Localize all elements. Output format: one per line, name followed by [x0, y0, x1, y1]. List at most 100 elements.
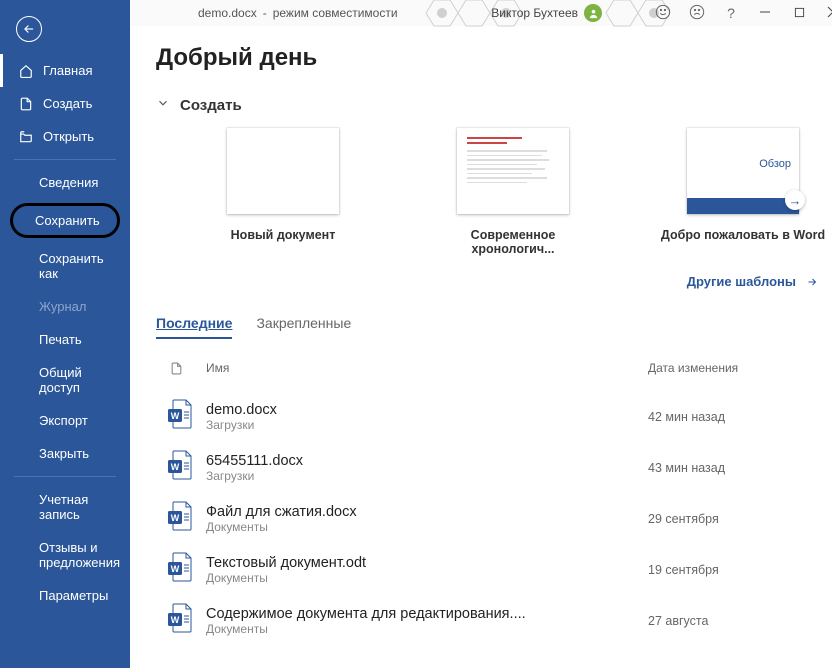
back-button[interactable] [16, 16, 42, 42]
nav-export-label: Экспорт [39, 413, 88, 428]
backstage-sidebar: Главная Создать Открыть Сведения Сохрани… [0, 0, 130, 668]
back-row [0, 2, 130, 54]
arrow-right-icon [804, 276, 820, 288]
nav-feedback-label1: Отзывы и [39, 540, 98, 555]
arrow-right-icon: → [785, 190, 805, 210]
file-date: 42 мин назад [648, 410, 828, 424]
recent-tabs: Последние Закрепленные [156, 315, 828, 339]
nav-journal: Журнал [0, 290, 130, 323]
nav-share[interactable]: Общий доступ [0, 356, 130, 404]
list-header: Имя Дата изменения [156, 355, 828, 391]
tab-recent[interactable]: Последние [156, 315, 232, 339]
close-button[interactable] [824, 5, 832, 21]
template-welcome[interactable]: Обзор → Добро пожаловать в Word [658, 128, 828, 256]
template-welcome-thumb: Обзор → [687, 128, 799, 214]
nav-options[interactable]: Параметры [0, 579, 130, 612]
nav-close-label: Закрыть [39, 446, 89, 461]
file-row[interactable]: W Содержимое документа для редактировани… [156, 595, 828, 646]
minimize-button[interactable] [756, 5, 774, 21]
file-info: demo.docx Загрузки [206, 402, 648, 432]
nav-home[interactable]: Главная [0, 54, 130, 87]
template-resume-thumb [457, 128, 569, 214]
word-doc-icon: W [156, 501, 206, 536]
nav-open[interactable]: Открыть [0, 120, 130, 153]
frown-icon[interactable] [688, 4, 706, 23]
svg-text:W: W [171, 411, 180, 421]
home-icon [19, 64, 33, 78]
file-name: Содержимое документа для редактирования.… [206, 606, 648, 622]
template-resume[interactable]: Современное хронологич... [428, 128, 598, 256]
nav-save[interactable]: Сохранить [10, 203, 120, 238]
file-location: Документы [206, 520, 648, 534]
word-doc-icon: W [156, 603, 206, 638]
nav-divider-2 [14, 476, 116, 477]
col-date-header: Дата изменения [648, 361, 828, 379]
file-row[interactable]: W Текстовый документ.odt Документы 19 се… [156, 544, 828, 595]
nav-share-label: Общий доступ [39, 365, 118, 395]
template-blank-label: Новый документ [198, 228, 368, 242]
file-row[interactable]: W Файл для сжатия.docx Документы 29 сент… [156, 493, 828, 544]
nav-account-label: Учетная запись [39, 492, 118, 522]
nav-options-label: Параметры [39, 588, 108, 603]
template-blank[interactable]: Новый документ [198, 128, 368, 256]
template-resume-label: Современное хронологич... [428, 228, 598, 256]
templates-row: Новый документ Совре [198, 128, 828, 256]
arrow-left-icon [22, 22, 36, 36]
titlebar-controls: ? [654, 4, 832, 23]
nav-print[interactable]: Печать [0, 323, 130, 356]
file-location: Документы [206, 571, 648, 585]
nav-info-label: Сведения [39, 175, 98, 190]
template-welcome-overlay: Обзор [759, 158, 791, 170]
nav-create[interactable]: Создать [0, 87, 130, 120]
svg-text:W: W [171, 513, 180, 523]
more-templates-label: Другие шаблоны [687, 274, 796, 289]
file-location: Загрузки [206, 418, 648, 432]
user-name-label: Виктор Бухтеев [491, 6, 578, 20]
word-doc-icon: W [156, 399, 206, 434]
folder-open-icon [19, 130, 33, 144]
titlebar-mode: режим совместимости [273, 6, 398, 20]
word-doc-icon: W [156, 450, 206, 485]
file-row[interactable]: W demo.docx Загрузки 42 мин назад [156, 391, 828, 442]
titlebar-filename: demo.docx [198, 6, 257, 20]
app-root: Главная Создать Открыть Сведения Сохрани… [0, 0, 832, 668]
nav-save-as-label: Сохранить как [39, 251, 118, 281]
help-icon[interactable]: ? [722, 5, 740, 21]
content: Добрый день Создать Новый документ [130, 26, 832, 668]
maximize-button[interactable] [790, 5, 808, 21]
file-name: demo.docx [206, 402, 648, 418]
nav-info[interactable]: Сведения [0, 166, 130, 199]
create-section-label: Создать [180, 97, 242, 114]
smile-icon[interactable] [654, 4, 672, 23]
file-location: Документы [206, 622, 648, 636]
document-icon [19, 97, 33, 111]
nav-close[interactable]: Закрыть [0, 437, 130, 470]
file-name: Файл для сжатия.docx [206, 504, 648, 520]
nav-save-as[interactable]: Сохранить как [0, 242, 130, 290]
nav-export[interactable]: Экспорт [0, 404, 130, 437]
more-templates-link[interactable]: Другие шаблоны [156, 274, 820, 289]
tab-pinned[interactable]: Закрепленные [256, 315, 351, 339]
page-title: Добрый день [156, 44, 828, 72]
document-icon [170, 361, 183, 376]
file-info: Содержимое документа для редактирования.… [206, 606, 648, 636]
file-info: 65455111.docx Загрузки [206, 453, 648, 483]
nav-feedback-label2: предложения [39, 555, 120, 570]
nav-account[interactable]: Учетная запись [0, 483, 130, 531]
file-row[interactable]: W 65455111.docx Загрузки 43 мин назад [156, 442, 828, 493]
chevron-down-icon[interactable] [156, 96, 170, 114]
titlebar-user[interactable]: Виктор Бухтеев [491, 4, 602, 22]
titlebar: demo.docx - режим совместимости Виктор Б… [130, 0, 832, 26]
avatar [584, 4, 602, 22]
file-info: Текстовый документ.odt Документы [206, 555, 648, 585]
file-date: 43 мин назад [648, 461, 828, 475]
col-icon-header [156, 361, 206, 379]
file-date: 19 сентября [648, 563, 828, 577]
nav-feedback[interactable]: Отзывы и предложения [0, 531, 130, 579]
file-name: 65455111.docx [206, 453, 648, 469]
word-doc-icon: W [156, 552, 206, 587]
nav-open-label: Открыть [43, 129, 94, 144]
template-welcome-label: Добро пожаловать в Word [658, 228, 828, 242]
file-name: Текстовый документ.odt [206, 555, 648, 571]
svg-text:W: W [171, 564, 180, 574]
